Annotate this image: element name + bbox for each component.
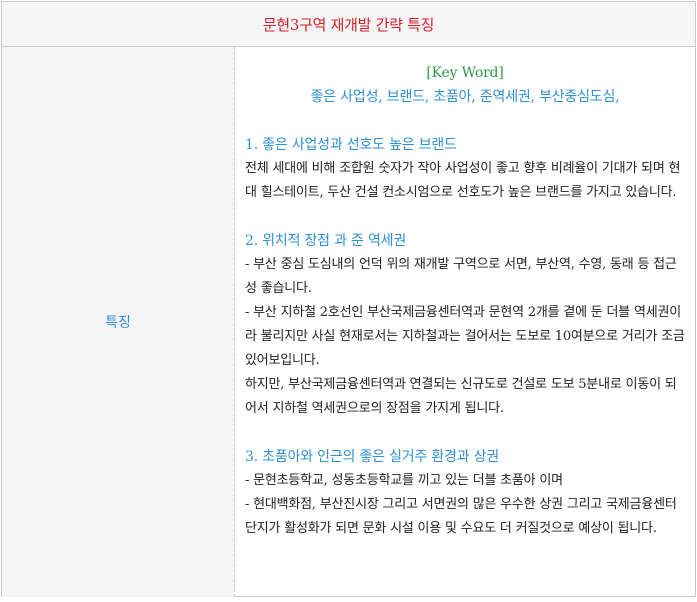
section-1-heading: 1. 좋은 사업성과 선호도 높은 브랜드 bbox=[245, 137, 457, 153]
table-title-row: 문현3구역 재개발 간략 특징 bbox=[2, 2, 695, 47]
keyword-heading: [Key Word] bbox=[426, 65, 504, 81]
section-2-line-1: - 부산 중심 도심내의 언덕 위의 재개발 구역으로 서면, 부산역, 수영,… bbox=[245, 257, 677, 296]
section-3-line-1: - 문현초등학교, 성동초등학교를 끼고 있는 더블 초품아 이며 bbox=[245, 473, 563, 488]
section-3-line-2: - 현대백화점, 부산진시장 그리고 서면권의 많은 우수한 상권 그리고 국제… bbox=[245, 497, 677, 536]
row-label: 특징 bbox=[105, 315, 131, 331]
section-1-paragraph: 전체 세대에 비해 조합원 숫자가 작아 사업성이 좋고 향후 비례율이 기대가… bbox=[245, 161, 681, 200]
table-title: 문현3구역 재개발 간략 특징 bbox=[262, 15, 435, 34]
section-3-heading: 3. 초품아와 인근의 좋은 실거주 환경과 상권 bbox=[245, 449, 500, 465]
section-2-line-3: 하지만, 부산국제금융센터역과 연결되는 신규도로 건설로 도보 5분내로 이동… bbox=[245, 377, 677, 416]
section-2-heading: 2. 위치적 장점 과 준 역세권 bbox=[245, 233, 407, 249]
section-2-line-2: - 부산 지하철 2호선인 부산국제금융센터역과 문현역 2개를 곁에 둔 더블… bbox=[245, 305, 685, 368]
label-cell: 특징 bbox=[2, 47, 235, 597]
table-body-row: 특징 [Key Word] 좋은 사업성, 브랜드, 초품아, 준역세권, 부산… bbox=[2, 47, 695, 597]
feature-table: 문현3구역 재개발 간략 특징 특징 [Key Word] 좋은 사업성, 브랜… bbox=[1, 1, 696, 597]
keyword-list: 좋은 사업성, 브랜드, 초품아, 준역세권, 부산중심도심, bbox=[310, 89, 620, 105]
content-cell: [Key Word] 좋은 사업성, 브랜드, 초품아, 준역세권, 부산중심도… bbox=[235, 47, 695, 597]
